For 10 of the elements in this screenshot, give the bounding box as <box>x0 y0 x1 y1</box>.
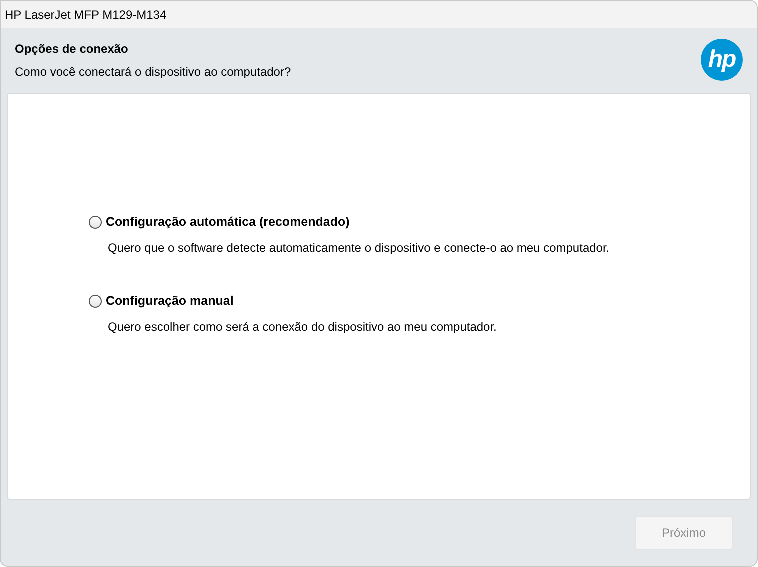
page-title: Opções de conexão <box>15 42 130 56</box>
window-title: HP LaserJet MFP M129-M134 <box>5 8 167 22</box>
radio-button[interactable] <box>89 294 102 308</box>
logo: hp <box>701 39 743 81</box>
option-label[interactable]: Configuração manual <box>106 294 234 308</box>
page-subtitle: Como você conectará o dispositivo ao computador? <box>15 65 292 79</box>
radio-button[interactable] <box>89 216 102 228</box>
option-description: Quero escolher como será a conexão do dispositivo ao meu computador. <box>108 320 498 334</box>
option-description: Quero que o software detecte automaticamente o dispositivo e conecte-o ao meu computador. <box>108 241 611 255</box>
option-label[interactable]: Configuração automática (recomendado) <box>106 215 350 229</box>
